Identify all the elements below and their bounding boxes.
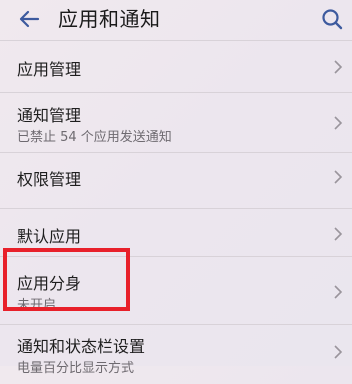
chevron-right-icon xyxy=(334,285,343,299)
chevron-right-icon xyxy=(334,116,343,130)
list-item-app-twin[interactable]: 应用分身 未开启 xyxy=(0,256,352,324)
settings-list: 应用管理 通知管理 已禁止 54 个应用发送通知 权限管理 默认应用 应用分身 … xyxy=(0,40,352,384)
search-button[interactable] xyxy=(318,5,346,33)
search-icon xyxy=(322,9,343,30)
item-label: 应用管理 xyxy=(17,60,82,79)
chevron-right-icon xyxy=(334,227,343,241)
group-divider xyxy=(0,200,352,208)
chevron-right-icon xyxy=(334,345,343,359)
item-label: 通知管理 xyxy=(17,106,82,125)
list-item-notification-status-bar[interactable]: 通知和状态栏设置 电量百分比显示方式 xyxy=(0,324,352,384)
back-button[interactable] xyxy=(14,4,44,34)
item-subtitle: 已禁止 54 个应用发送通知 xyxy=(17,130,172,145)
chevron-right-icon xyxy=(334,60,343,74)
item-subtitle: 未开启 xyxy=(17,298,57,313)
app-bar: 应用和通知 xyxy=(0,0,352,40)
arrow-left-icon xyxy=(19,10,40,28)
list-item-permission-manager[interactable]: 权限管理 xyxy=(0,152,352,200)
list-item-default-apps[interactable]: 默认应用 xyxy=(0,208,352,256)
list-item-notification-manager[interactable]: 通知管理 已禁止 54 个应用发送通知 xyxy=(0,92,352,152)
item-label: 默认应用 xyxy=(17,227,82,246)
item-label: 应用分身 xyxy=(17,274,82,293)
page-title: 应用和通知 xyxy=(58,7,161,31)
list-item-app-manager[interactable]: 应用管理 xyxy=(0,40,352,92)
item-label: 权限管理 xyxy=(17,170,82,189)
item-label: 通知和状态栏设置 xyxy=(17,337,146,356)
chevron-right-icon xyxy=(334,170,343,184)
item-subtitle: 电量百分比显示方式 xyxy=(17,361,135,376)
